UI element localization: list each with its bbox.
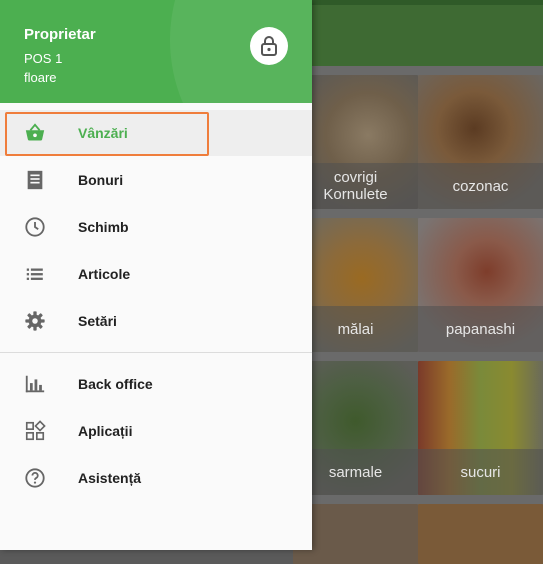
- product-tile[interactable]: papanashi: [418, 218, 543, 352]
- menu-item-items[interactable]: Articole: [0, 251, 312, 297]
- menu-item-label: Back office: [78, 376, 153, 392]
- pos-name: POS 1: [24, 51, 63, 66]
- receipt-icon: [27, 170, 43, 190]
- product-tile[interactable]: [418, 504, 543, 564]
- product-name: sucuri: [418, 449, 543, 495]
- menu-item-receipts[interactable]: Bonuri: [0, 157, 312, 203]
- basket-icon: [25, 123, 45, 141]
- drawer-header: Proprietar POS 1 floare: [0, 0, 312, 103]
- menu-item-help[interactable]: Asistență: [0, 455, 312, 501]
- menu-item-shift[interactable]: Schimb: [0, 204, 312, 250]
- list-icon: [26, 268, 43, 280]
- menu-item-label: Aplicații: [78, 423, 133, 439]
- product-tile[interactable]: sucuri: [418, 361, 543, 495]
- product-name: papanashi: [418, 306, 543, 352]
- gear-icon: [25, 311, 45, 331]
- product-name: cozonac: [418, 163, 543, 209]
- menu-item-label: Vânzări: [78, 125, 128, 141]
- apps-icon: [25, 420, 46, 441]
- menu-item-label: Schimb: [78, 219, 129, 235]
- owner-name: Proprietar: [24, 26, 96, 43]
- menu-item-label: Articole: [78, 266, 131, 282]
- lock-button[interactable]: [250, 27, 288, 65]
- menu-item-apps[interactable]: Aplicații: [0, 408, 312, 454]
- product-tile[interactable]: cozonac: [418, 75, 543, 209]
- store-name: floare: [24, 70, 57, 85]
- menu-item-back-office[interactable]: Back office: [0, 361, 312, 407]
- help-icon: [25, 468, 45, 488]
- clock-icon: [25, 217, 45, 237]
- menu-item-label: Asistență: [78, 470, 142, 486]
- bar-chart-icon: [25, 375, 45, 393]
- menu-item-label: Setări: [78, 313, 117, 329]
- navigation-drawer: Proprietar POS 1 floare Vânzări Bonuri S…: [0, 0, 312, 550]
- menu-item-label: Bonuri: [78, 172, 124, 188]
- header-decoration: [170, 0, 312, 103]
- lock-icon: [261, 36, 277, 56]
- menu-item-settings[interactable]: Setări: [0, 298, 312, 344]
- menu-item-sales[interactable]: Vânzări: [0, 110, 312, 156]
- menu-divider: [0, 352, 312, 353]
